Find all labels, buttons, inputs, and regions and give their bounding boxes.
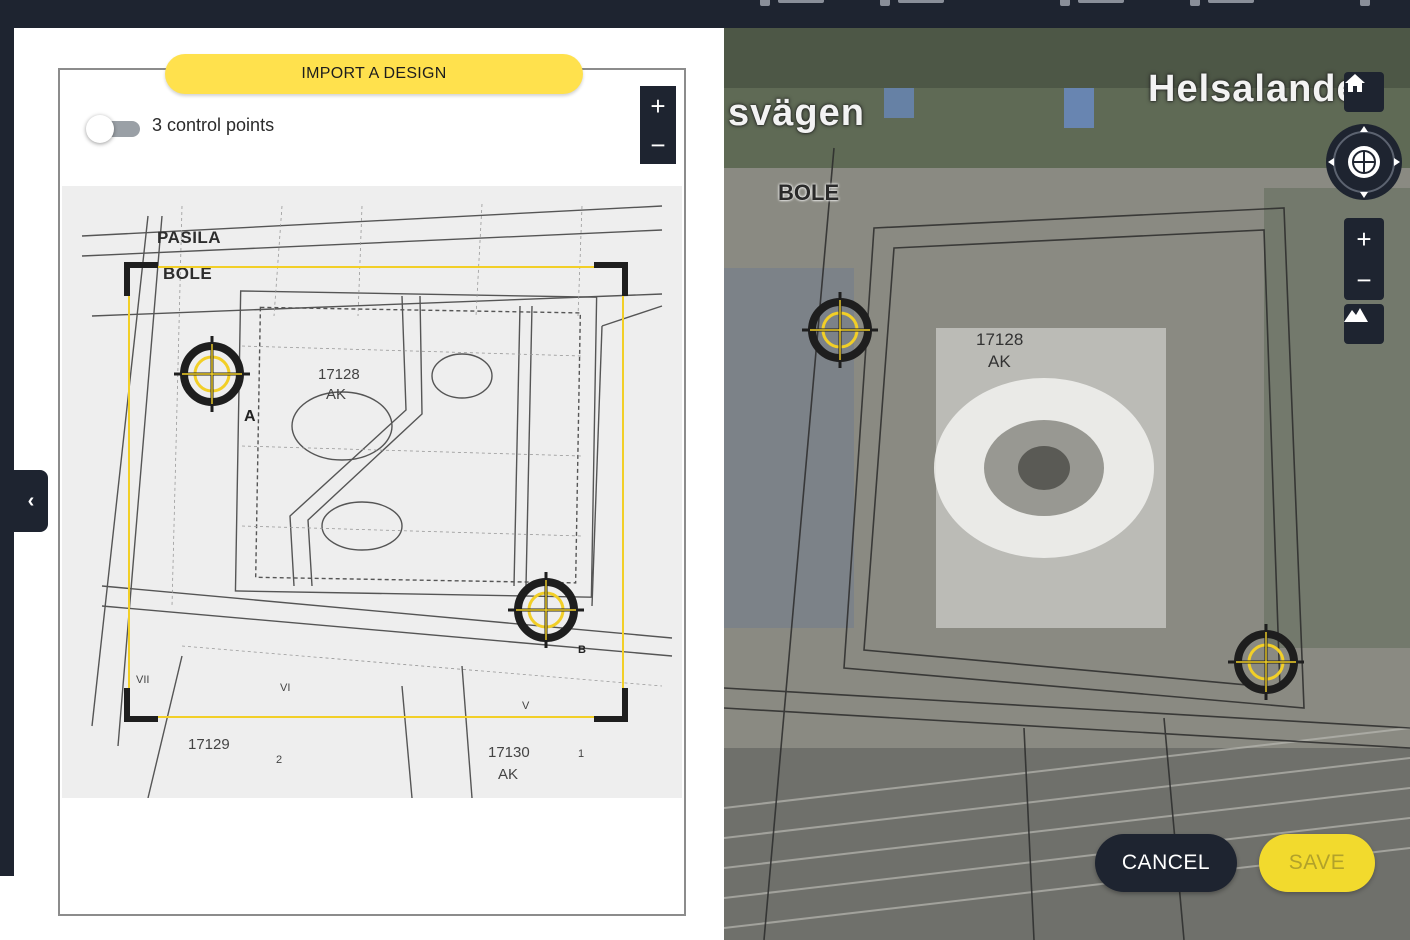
control-points-toggle[interactable]: [86, 115, 140, 143]
basemap-button[interactable]: [1344, 304, 1384, 344]
cancel-button[interactable]: CANCEL: [1095, 834, 1237, 892]
collapse-panel-button[interactable]: ‹: [14, 470, 48, 532]
map-district-label: BOLE: [778, 180, 840, 205]
design-control-point-a[interactable]: [172, 334, 252, 414]
crop-handle-top-left[interactable]: [124, 262, 158, 296]
crosshair-icon: [1228, 624, 1304, 700]
toolbar-item-4[interactable]: [1190, 0, 1270, 6]
lot-number-left-label: 17129: [188, 736, 230, 753]
crop-handle-bottom-left[interactable]: [124, 688, 158, 722]
map-lot-number-label: 17128: [976, 330, 1024, 349]
design-zoom-in-button[interactable]: +: [640, 86, 676, 125]
satellite-imagery: [724, 28, 1410, 940]
left-rail: [0, 28, 14, 876]
street-label-left: svägen: [728, 92, 865, 134]
map-control-point-a[interactable]: [800, 290, 880, 370]
design-zoom-control: + −: [640, 86, 676, 164]
panel-title: IMPORT A DESIGN: [165, 54, 583, 94]
plot-number-label: 2: [276, 754, 283, 766]
design-control-point-b[interactable]: [506, 570, 586, 650]
compass-icon: [1328, 126, 1400, 198]
compass-button[interactable]: [1326, 124, 1402, 200]
toolbar-item-2[interactable]: [880, 0, 960, 6]
crop-handle-bottom-right[interactable]: [594, 688, 628, 722]
map-zoom-control: + −: [1344, 218, 1384, 300]
crosshair-icon: [174, 336, 250, 412]
expand-icon[interactable]: [1360, 0, 1380, 6]
control-point-label-a: A: [244, 408, 256, 425]
district-label-pasila: PASILA: [157, 228, 222, 247]
crosshair-icon: [802, 292, 878, 368]
street-label-right: Helsalande: [1148, 68, 1359, 110]
toolbar-item-3[interactable]: [1060, 0, 1140, 6]
toolbar-item-1[interactable]: [760, 0, 840, 6]
design-zoom-out-button[interactable]: −: [640, 125, 676, 164]
map-control-point-b[interactable]: [1226, 622, 1306, 702]
home-icon: [1345, 74, 1365, 92]
top-app-bar: [0, 0, 1410, 28]
save-button[interactable]: SAVE: [1259, 834, 1375, 892]
home-button[interactable]: [1344, 72, 1384, 112]
map-zoom-out-button[interactable]: −: [1344, 259, 1384, 300]
crosshair-icon: [508, 572, 584, 648]
mountain-icon: [1344, 308, 1368, 322]
map-zoom-in-button[interactable]: +: [1344, 218, 1384, 259]
crop-handle-top-right[interactable]: [594, 262, 628, 296]
plot-number-right-label: 1: [578, 748, 585, 760]
map-lot-use-label: AK: [988, 352, 1011, 371]
lot-use-right-label: AK: [498, 766, 519, 783]
toggle-label: 3 control points: [152, 115, 275, 135]
toggle-knob[interactable]: [86, 115, 114, 143]
control-point-label-b: B: [578, 644, 586, 656]
map-view[interactable]: svägen Helsalande BOLE 17128 AK + −: [724, 28, 1410, 940]
lot-number-right-label: 17130: [488, 744, 530, 761]
chevron-left-icon: ‹: [27, 489, 35, 512]
